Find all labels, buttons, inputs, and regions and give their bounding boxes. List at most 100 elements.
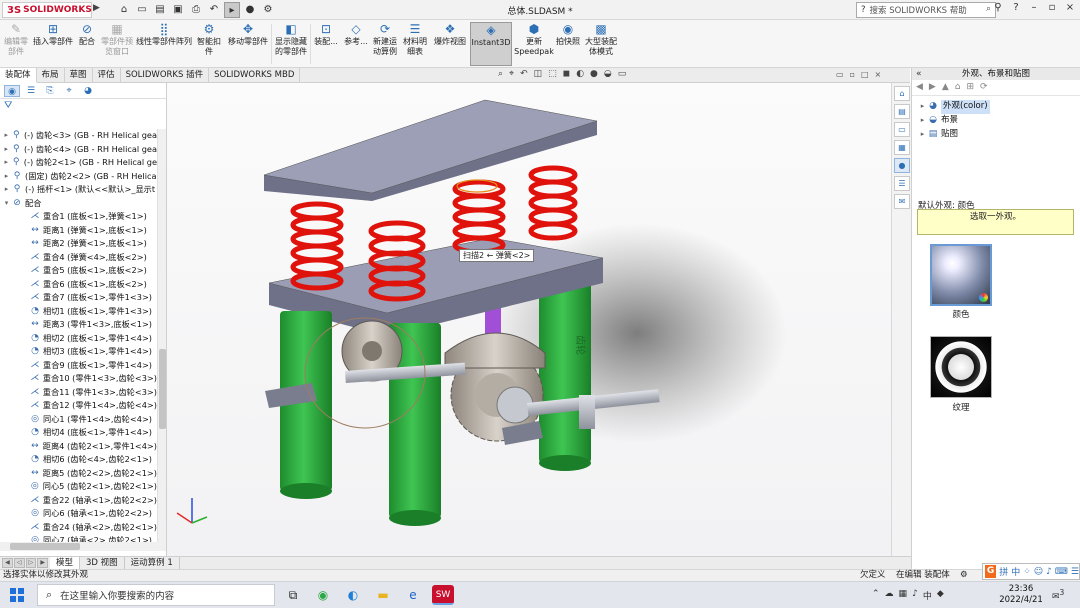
color-swatch[interactable] [930,244,992,306]
ime-logo[interactable]: G [985,565,997,578]
viewport-restore-icon[interactable]: ▫ [850,70,855,79]
prev-tab-icon[interactable]: ◁ [13,558,25,568]
tree-item[interactable]: ▸ ⚲ (-) 齿轮2<1> (GB - RH Helical ge [0,156,157,170]
new-motion-study-button[interactable]: ⟳ 新建运动算例 [372,22,398,66]
update-speedpak-button[interactable]: ⬢ 更新Speedpak [514,22,554,66]
ime-chinese[interactable]: 中 [1011,565,1020,578]
tree-item[interactable]: ▸ ⚲ (-) 齿轮<4> (GB - RH Helical gea [0,143,157,157]
spring-4[interactable] [528,165,578,241]
tree-item[interactable]: ▸ ⚲ (固定) 齿轮2<2> (GB - RH Helica [0,170,157,184]
tree-item[interactable]: ▾ ⊘ 配合 [0,197,157,211]
tree-item[interactable]: ◔ 相切1 (底板<1>,零件1<3>) [0,305,157,319]
tree-item-decal[interactable]: ▸ ▤ 贴图 [918,128,1074,142]
select-icon[interactable]: ▸ [224,2,240,18]
previous-view-icon[interactable]: ↶ [520,69,528,79]
refresh-icon[interactable]: ⟳ [980,82,988,93]
solidworks-logo[interactable]: 3S SOLIDWORKS [2,2,92,18]
tree-item-scene[interactable]: ▸ ◒ 布景 [918,114,1074,128]
view-orientation-icon[interactable]: ⬚ [548,69,557,79]
hide-show-icon[interactable]: ◐ [576,69,584,79]
insert-component-button[interactable]: ⊞ 插入零部件 [32,22,74,66]
tree-item[interactable]: ▸ ⚲ (-) 齿轮<3> (GB - RH Helical gea [0,129,157,143]
tree-item[interactable]: ↔ 距离1 (弹簧<1>,底板<1>) [0,224,157,238]
restore-icon[interactable]: ▫ [1046,2,1058,13]
back-icon[interactable]: ◀ [916,82,923,93]
mate-button[interactable]: ⊘ 配合 [76,22,98,66]
tree-item[interactable]: ⋌ 重合11 (零件1<3>,齿轮<3>) [0,386,157,400]
next-tab-icon[interactable]: ▷ [25,558,37,568]
zoom-area-icon[interactable]: ⌖ [509,69,514,79]
green-app-icon[interactable]: ◉ [312,585,334,605]
add-folder-icon[interactable]: ⊞ [966,82,974,93]
new-icon[interactable]: ▭ [134,2,150,18]
scrollbar-thumb[interactable] [10,543,80,550]
tab-evaluate[interactable]: 评估 [93,68,121,83]
large-assembly-button[interactable]: ▩ 大型装配体模式 [583,22,619,66]
tree-item[interactable]: ⋌ 重合24 (轴承<2>,齿轮2<1>) [0,521,157,535]
close-icon[interactable]: × [1064,2,1076,13]
home-pane-icon[interactable]: ⌂ [955,82,961,93]
tree-item[interactable]: ⋌ 重合9 (底板<1>,零件1<4>) [0,359,157,373]
property-manager-icon[interactable]: ☰ [23,85,39,97]
tray-input-icon[interactable]: 中 [923,589,932,602]
edge-icon[interactable]: ◐ [342,585,364,605]
tree-item[interactable]: ◎ 同心7 (轴承<2>,齿轮2<1>) [0,534,157,542]
display-style-icon[interactable]: ◼ [563,69,570,79]
tree-item[interactable]: ⋌ 重合10 (零件1<3>,齿轮<3>) [0,372,157,386]
resources-icon[interactable]: ⌂ [894,86,910,101]
expand-toggle-icon[interactable]: ▾ [2,197,11,211]
tree-item[interactable]: ⋌ 重合22 (轴承<1>,齿轮2<2>) [0,494,157,508]
leg-back-right[interactable] [539,268,591,463]
status-settings-icon[interactable]: ⚙ [960,570,968,581]
appearances-tab-icon[interactable]: ● [894,158,910,173]
taskbar-clock[interactable]: 23:36 2022/4/21 [996,584,1046,606]
viewport-maximize-icon[interactable]: □ [861,70,869,79]
instant3d-button[interactable]: ◈ Instant3D [470,22,512,66]
file-explorer-taskbar-icon[interactable]: ▬ [372,585,394,605]
search-icon[interactable]: ⌕ [986,4,991,14]
graphics-area[interactable]: 齿轮 扫描2 ← 弹簧<2> [167,83,891,556]
tab-layout[interactable]: 布局 [37,68,65,83]
ime-keyboard-icon[interactable]: ⌨ [1055,567,1068,577]
print-icon[interactable]: ⎙ [188,2,204,18]
task-view-icon[interactable]: ⧉ [282,585,304,605]
snapshot-button[interactable]: ◉ 拍快照 [555,22,581,66]
view-palette-icon[interactable]: ▦ [894,140,910,155]
solidworks-taskbar-icon[interactable]: SW [432,585,454,605]
edit-appearance-icon[interactable]: ● [590,69,598,79]
section-view-icon[interactable]: ◫ [534,69,543,79]
last-tab-icon[interactable]: ▶ [37,558,48,568]
bom-button[interactable]: ☰ 材料明细表 [402,22,428,66]
forum-icon[interactable]: ✉ [894,194,910,209]
viewport-close-icon[interactable]: × [875,70,882,79]
ime-punct-icon[interactable]: ⁘ [1023,567,1031,577]
taskbar-search-box[interactable]: ⌕ 在这里输入你要搜索的内容 [37,584,275,606]
tree-item[interactable]: ↔ 距离2 (弹簧<1>,底板<1>) [0,237,157,251]
collapse-pane-icon[interactable]: « [916,68,922,80]
tray-overflow-icon[interactable]: ⌃ [872,589,880,602]
tree-item[interactable]: ◔ 相切6 (齿轮<4>,齿轮2<1>) [0,453,157,467]
user-icon[interactable]: ⚲ [992,2,1004,13]
scrollbar-thumb[interactable] [159,349,166,429]
rebuild-icon[interactable]: ● [242,2,258,18]
tray-cloud-icon[interactable]: ☁ [885,589,894,602]
forward-icon[interactable]: ▶ [929,82,936,93]
filter-icon[interactable]: ⛛ [0,99,166,113]
tab-motion-study[interactable]: 运动算例 1 [125,557,180,569]
exploded-view-button[interactable]: ❖ 爆炸视图 [432,22,468,66]
design-library-icon[interactable]: ▤ [894,104,910,119]
tree-item[interactable]: ⋌ 重合7 (底板<1>,零件1<3>) [0,291,157,305]
viewport-minimize-icon[interactable]: ▭ [836,70,844,79]
tree-item[interactable]: ↔ 距离4 (齿轮2<1>,零件1<4>) [0,440,157,454]
edit-component-button[interactable]: ✎ 编辑零部件 [2,22,30,66]
undo-icon[interactable]: ↶ [206,2,222,18]
tree-item[interactable]: ◎ 同心6 (轴承<1>,齿轮2<2>) [0,507,157,521]
tree-item[interactable]: ◔ 相切4 (底板<1>,零件1<4>) [0,426,157,440]
ime-emoji-icon[interactable]: ☺ [1034,567,1043,577]
display-manager-icon[interactable]: ◕ [80,85,96,97]
tree-vertical-scrollbar[interactable] [157,129,166,542]
assembly-feature-button[interactable]: ⊡ 装配... [312,22,340,66]
custom-properties-icon[interactable]: ☰ [894,176,910,191]
first-tab-icon[interactable]: ◀ [2,558,13,568]
expand-toggle-icon[interactable]: ▸ [2,156,10,170]
